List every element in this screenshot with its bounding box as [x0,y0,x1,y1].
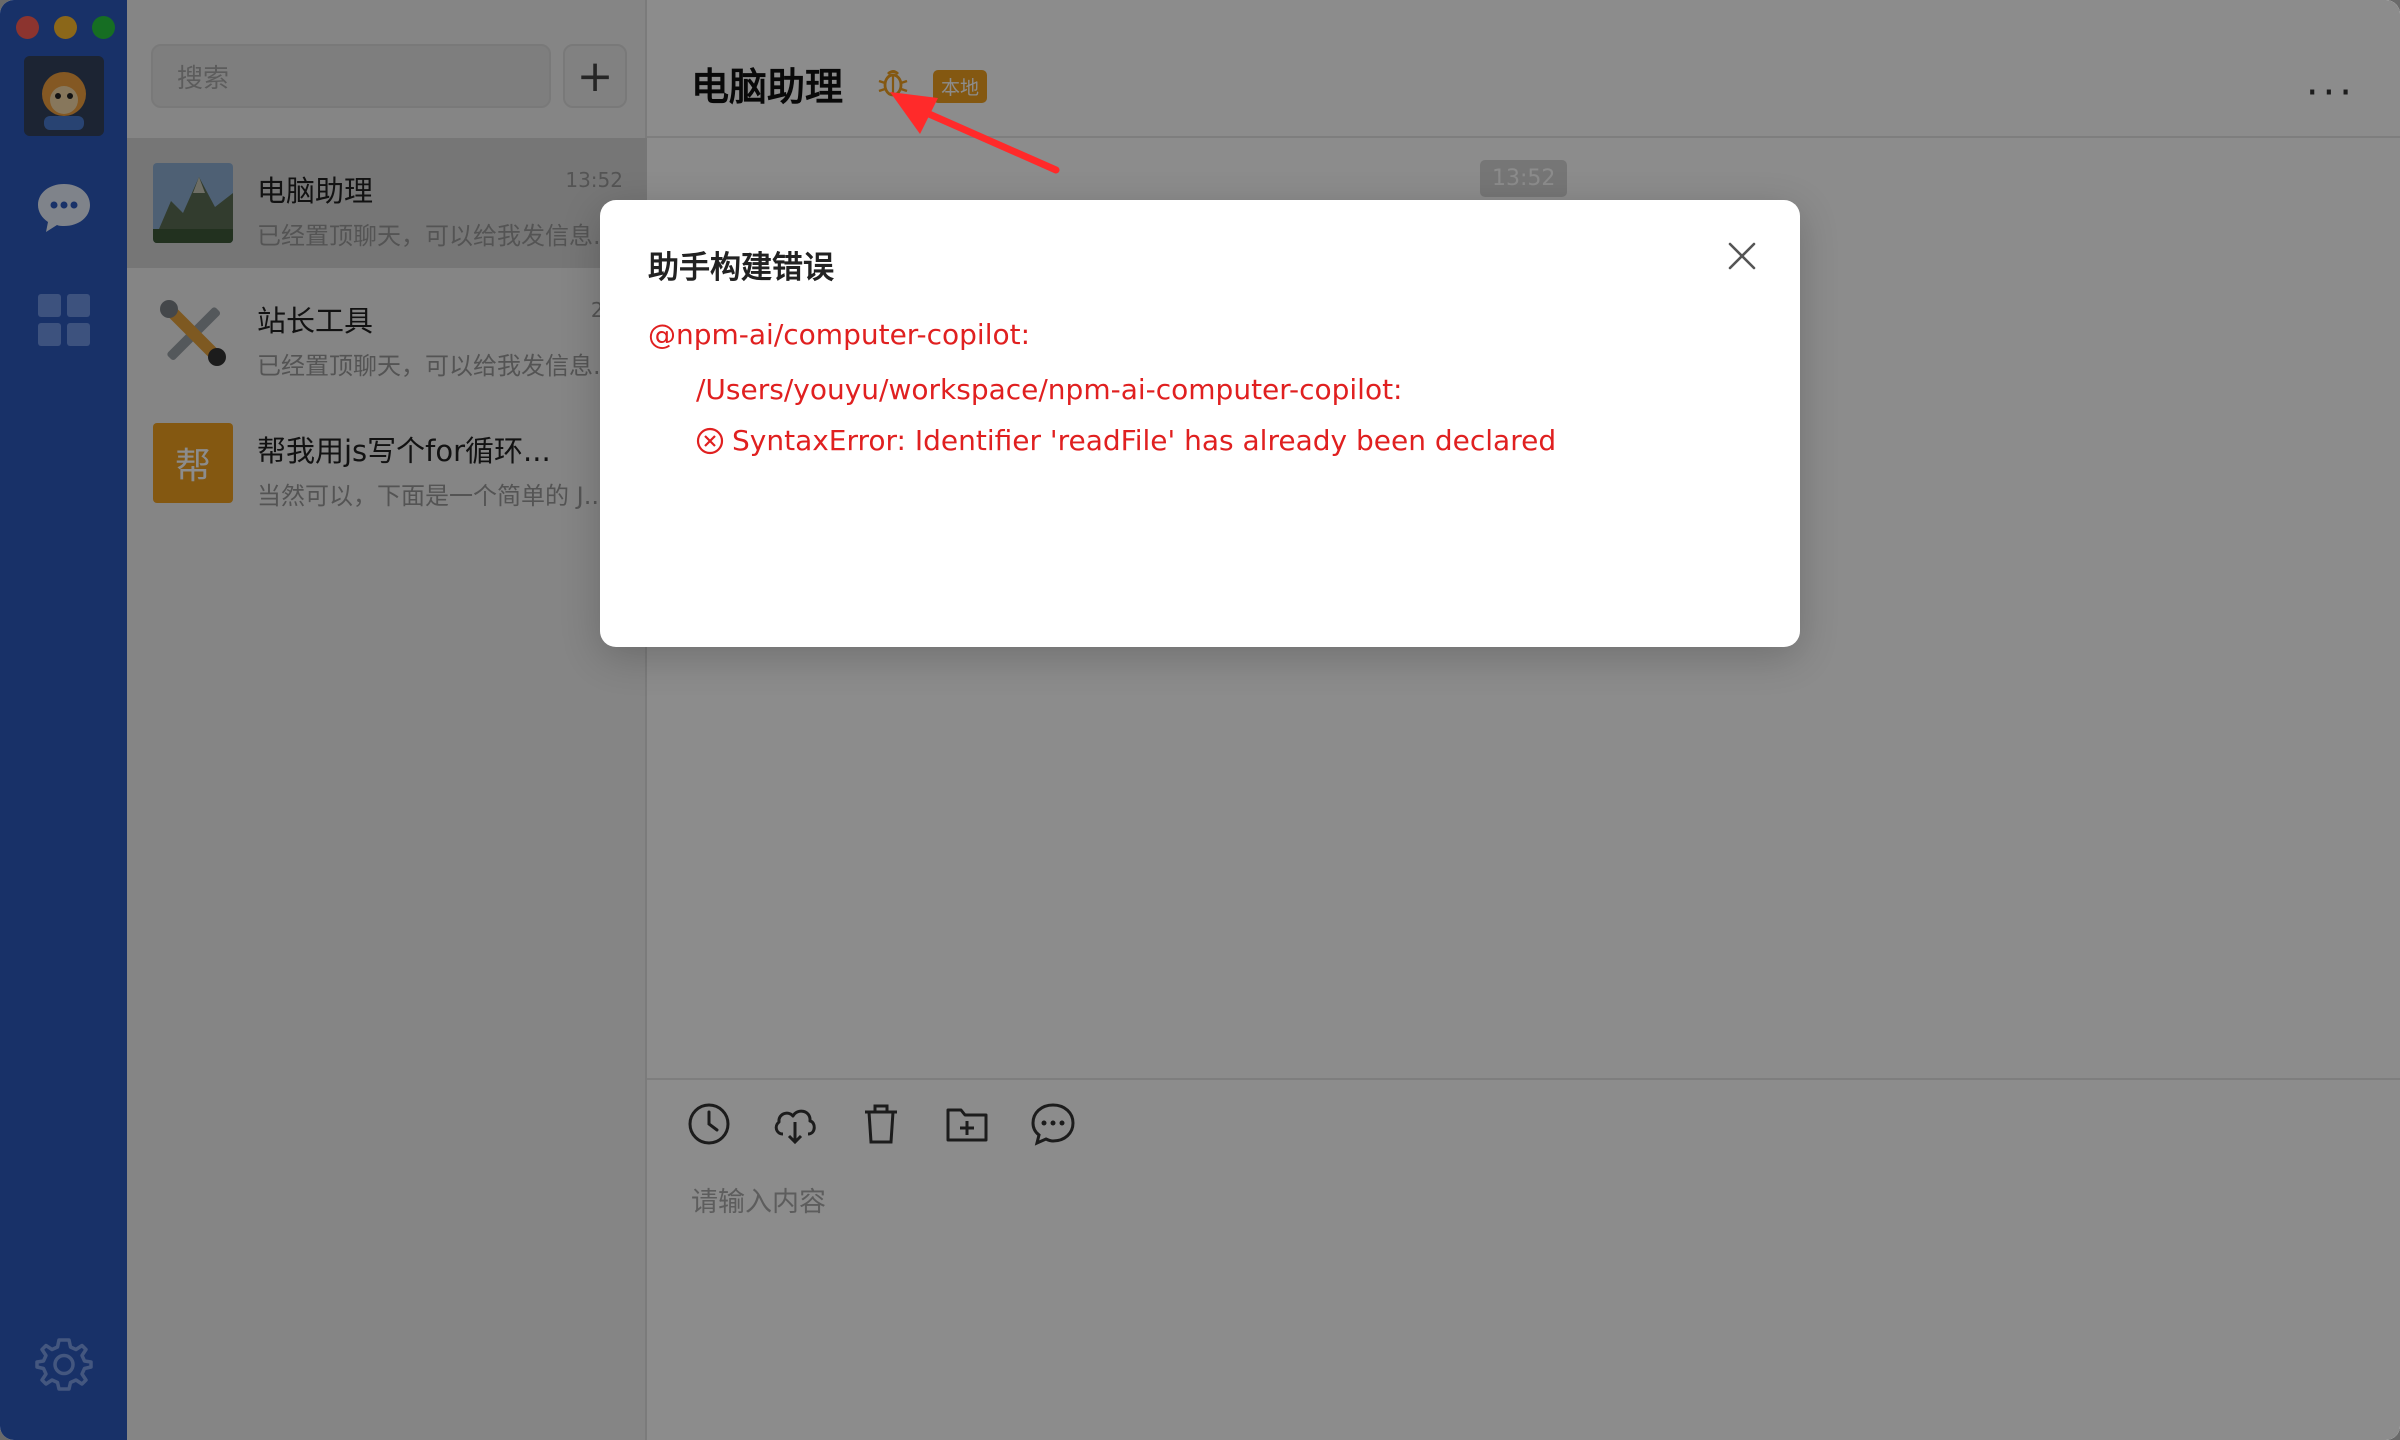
error-path: /Users/youyu/workspace/npm-ai-computer-c… [696,373,1403,406]
error-message-row: SyntaxError: Identifier 'readFile' has a… [696,424,1556,457]
error-message: SyntaxError: Identifier 'readFile' has a… [732,424,1557,457]
error-circle-icon [696,427,724,455]
close-icon[interactable] [1724,238,1760,274]
error-package: @npm-ai/computer-copilot: [648,318,1031,351]
app-window: 搜索 + 电脑助理 13:52 已经置顶聊天，可以给我发信息... 站长工具 已… [0,0,2400,1440]
dialog-title: 助手构建错误 [648,250,834,286]
build-error-dialog: 助手构建错误 @npm-ai/computer-copilot: /Users/… [600,200,1800,647]
annotation-arrow [890,92,1060,174]
